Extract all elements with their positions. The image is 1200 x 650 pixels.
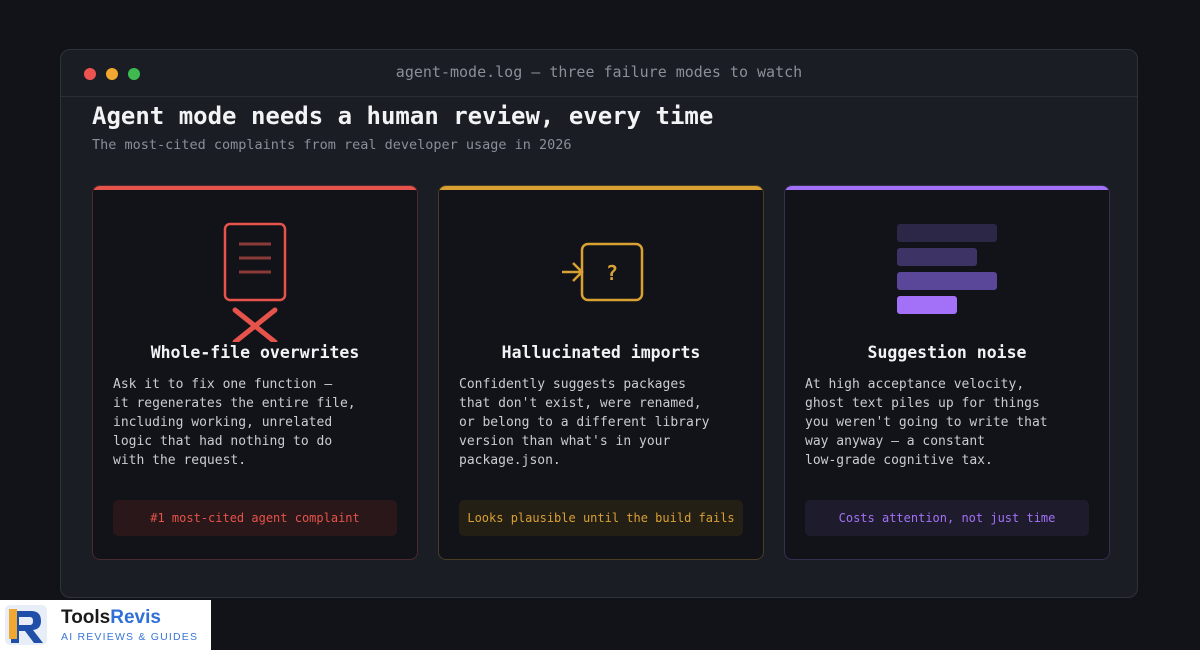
brand-mark-icon (5, 605, 47, 645)
svg-text:?: ? (606, 261, 618, 285)
document-x-icon (93, 216, 417, 346)
brand-tagline: AI REVIEWS & GUIDES (61, 631, 199, 643)
failure-card-hallucinated-imports: ? Hallucinated imports Confidently sugge… (438, 185, 764, 560)
card-accent-bar (93, 186, 417, 190)
card-description: At high acceptance velocity, ghost text … (805, 377, 1048, 468)
window-titlebar: agent-mode.log — three failure modes to … (61, 50, 1137, 97)
card-description: Ask it to fix one function — it regenera… (113, 377, 356, 468)
terminal-window: agent-mode.log — three failure modes to … (60, 49, 1138, 598)
card-tag: Costs attention, not just time (805, 500, 1089, 536)
brand-logo[interactable]: ToolsRevis AI REVIEWS & GUIDES (0, 600, 211, 650)
card-title: Whole-file overwrites (150, 343, 360, 362)
failure-card-suggestion-noise: Suggestion noise At high acceptance velo… (784, 185, 1110, 560)
card-tag: Looks plausible until the build fails (459, 500, 743, 536)
card-title: Hallucinated imports (501, 343, 701, 362)
window-title: agent-mode.log — three failure modes to … (395, 63, 803, 81)
page-subtitle: The most-cited complaints from real deve… (92, 137, 572, 153)
card-accent-bar (439, 186, 763, 190)
brand-name: ToolsRevis (61, 607, 161, 628)
failure-card-overwrites: Whole-file overwrites Ask it to fix one … (92, 185, 418, 560)
unknown-import-icon: ? (439, 216, 763, 346)
card-accent-bar (785, 186, 1109, 190)
card-tag: #1 most-cited agent complaint (113, 500, 397, 536)
page-title: Agent mode needs a human review, every t… (92, 102, 714, 130)
card-title: Suggestion noise (867, 343, 1027, 362)
stacked-suggestions-icon (785, 216, 1109, 346)
card-description: Confidently suggests packages that don't… (459, 377, 710, 468)
